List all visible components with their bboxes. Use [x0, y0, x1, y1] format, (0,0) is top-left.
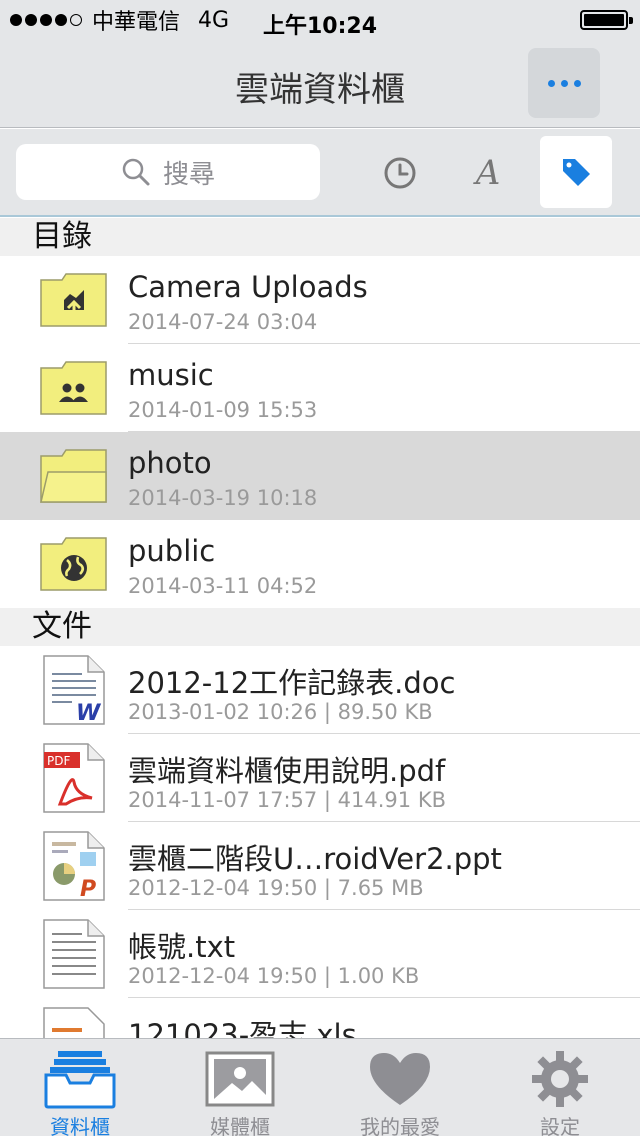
folder-name: photo [128, 446, 212, 480]
folder-date: 2014-03-11 04:52 [128, 574, 318, 598]
file-row[interactable]: W 2012-12工作記錄表.doc 2013-01-02 10:26 | 89… [0, 646, 640, 734]
folder-row[interactable]: Camera Uploads 2014-07-24 03:04 [0, 256, 640, 344]
ppt-icon: P [43, 831, 105, 902]
tab-label: 媒體櫃 [210, 1115, 270, 1136]
media-image-icon [205, 1051, 275, 1107]
folder-row[interactable]: music 2014-01-09 15:53 [0, 344, 640, 432]
more-options-button[interactable] [528, 48, 600, 118]
file-name: 帳號.txt [128, 930, 236, 964]
tab-favorites[interactable]: 我的最愛 [320, 1039, 480, 1136]
tab-media[interactable]: 媒體櫃 [160, 1039, 320, 1136]
file-meta: 2012-12-04 19:50 | 1.00 KB [128, 964, 420, 988]
excel-icon [43, 1007, 105, 1038]
text-file-icon [43, 919, 105, 989]
section-header-files: 文件 [0, 608, 640, 646]
alphabet-icon: A [475, 153, 501, 193]
toolbar: 搜尋 A [0, 129, 640, 217]
status-bar: 中華電信 4G 上午10:24 [0, 0, 640, 40]
folder-globe-icon [40, 537, 107, 591]
file-name: 雲櫃二階段U…roidVer2.ppt [128, 842, 502, 876]
carrier-label: 中華電信 [92, 10, 181, 35]
network-type: 4G [198, 7, 230, 33]
file-name: 2012-12工作記錄表.doc [128, 666, 456, 700]
tag-icon [563, 159, 590, 186]
more-dots-icon [547, 79, 555, 87]
file-row[interactable]: 121023-盈志.xls [0, 998, 640, 1038]
file-meta: 2013-01-02 10:26 | 89.50 KB [128, 700, 433, 724]
battery-icon [580, 10, 633, 30]
file-meta: 2012-12-04 19:50 | 7.65 MB [128, 876, 424, 900]
sort-by-tag-button[interactable] [540, 136, 612, 208]
folder-row[interactable]: photo 2014-03-19 10:18 [0, 432, 640, 520]
tab-settings[interactable]: 設定 [480, 1039, 640, 1136]
folder-name: public [128, 534, 216, 568]
signal-strength-icon [10, 14, 82, 26]
folder-upload-icon [40, 273, 107, 327]
file-row[interactable]: PDF 雲端資料櫃使用說明.pdf 2014-11-07 17:57 | 414… [0, 734, 640, 822]
section-header-folders: 目錄 [0, 218, 640, 256]
folder-date: 2014-07-24 03:04 [128, 310, 318, 334]
folder-date: 2014-01-09 15:53 [128, 398, 318, 422]
folder-shared-icon [40, 361, 107, 415]
svg-text:P: P [80, 877, 96, 902]
tab-label: 設定 [540, 1115, 580, 1136]
search-icon [122, 158, 150, 186]
file-name: 121023-盈志.xls [128, 1018, 357, 1038]
search-placeholder: 搜尋 [162, 159, 215, 190]
heart-icon [370, 1053, 430, 1105]
navigation-bar: 雲端資料櫃 [0, 40, 640, 128]
search-input[interactable]: 搜尋 [16, 144, 320, 200]
folder-date: 2014-03-19 10:18 [128, 486, 318, 510]
svg-text:PDF: PDF [47, 754, 70, 768]
gear-icon [532, 1051, 588, 1107]
sort-by-name-button[interactable]: A [452, 141, 524, 205]
tab-cabinet[interactable]: 資料櫃 [0, 1039, 160, 1136]
pdf-icon: PDF [43, 743, 105, 813]
tab-label: 資料櫃 [50, 1115, 110, 1136]
svg-text:W: W [76, 701, 102, 726]
word-doc-icon: W [43, 655, 105, 726]
file-meta: 2014-11-07 17:57 | 414.91 KB [128, 788, 446, 812]
folder-row[interactable]: public 2014-03-11 04:52 [0, 520, 640, 608]
tab-bar: 資料櫃 媒體櫃 我的最愛 設定 [0, 1038, 640, 1136]
cabinet-icon [44, 1051, 116, 1109]
sort-by-time-button[interactable] [364, 141, 436, 205]
file-name: 雲端資料櫃使用說明.pdf [128, 754, 446, 788]
clock-icon [384, 157, 416, 189]
folder-open-icon [40, 449, 107, 503]
file-row[interactable]: 帳號.txt 2012-12-04 19:50 | 1.00 KB [0, 910, 640, 998]
file-row[interactable]: P 雲櫃二階段U…roidVer2.ppt 2012-12-04 19:50 |… [0, 822, 640, 910]
folder-name: music [128, 358, 214, 392]
tab-label: 我的最愛 [360, 1115, 440, 1136]
folder-name: Camera Uploads [128, 270, 368, 304]
